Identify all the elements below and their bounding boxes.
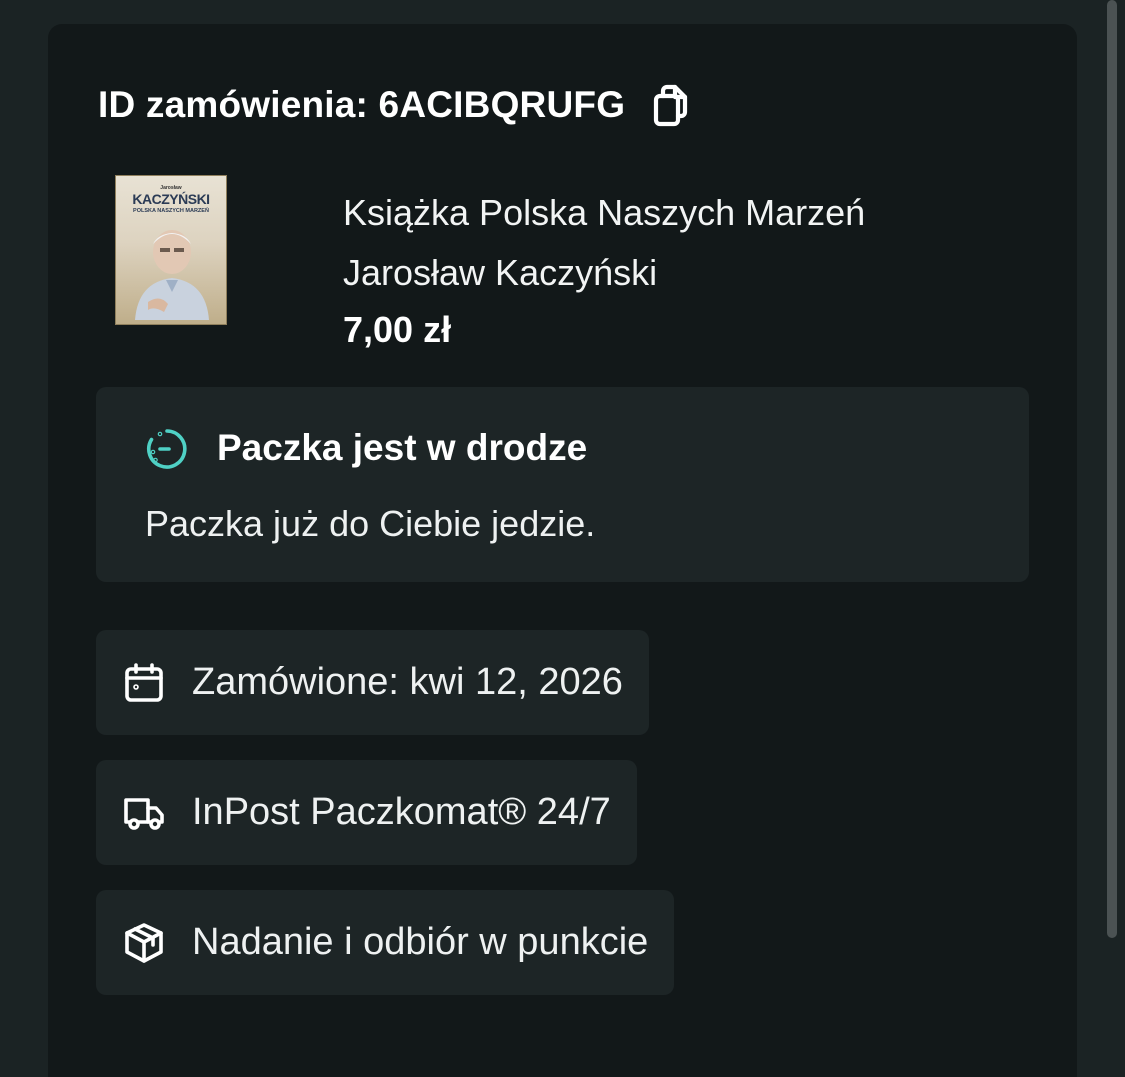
- delivery-type-label: Nadanie i odbiór w punkcie: [192, 921, 649, 963]
- calendar-icon: [122, 661, 166, 705]
- order-date-label: Zamówione: kwi 12, 2026: [192, 661, 623, 703]
- product-author: Jarosław Kaczyński: [343, 252, 658, 293]
- package-icon: [122, 921, 166, 965]
- copy-icon[interactable]: [647, 81, 695, 129]
- product-price: 7,00 zł: [343, 309, 452, 350]
- order-id-row: ID zamówienia: 6ACIBQRUFG: [98, 80, 695, 130]
- delivery-method-chip: InPost Paczkomat® 24/7: [96, 760, 637, 865]
- portrait-illustration: [135, 230, 209, 320]
- truck-icon: [122, 791, 166, 835]
- scrollbar[interactable]: [1107, 0, 1117, 938]
- cover-title: KACZYŃSKI: [132, 191, 210, 207]
- book-cover-image: Jarosław KACZYŃSKI POLSKA NASZYCH MARZEŃ: [115, 175, 227, 325]
- shipping-status-panel: Paczka jest w drodze Paczka już do Ciebi…: [96, 387, 1029, 582]
- delivery-method-label: InPost Paczkomat® 24/7: [192, 791, 611, 833]
- order-id: ID zamówienia: 6ACIBQRUFG: [98, 84, 626, 125]
- status-title: Paczka jest w drodze: [217, 427, 588, 468]
- product-title: Książka Polska Naszych Marzeń: [343, 192, 866, 233]
- product-item[interactable]: Jarosław KACZYŃSKI POLSKA NASZYCH MARZEŃ…: [115, 174, 1015, 350]
- order-date-chip: Zamówione: kwi 12, 2026: [96, 630, 649, 735]
- delivery-type-chip: Nadanie i odbiór w punkcie: [96, 890, 675, 995]
- cover-subtitle: POLSKA NASZYCH MARZEŃ: [133, 208, 209, 214]
- timer-icon: [147, 429, 187, 469]
- order-details-screen: ID zamówienia: 6ACIBQRUFG Jarosław KACZY…: [0, 0, 1125, 1077]
- order-card: ID zamówienia: 6ACIBQRUFG Jarosław KACZY…: [48, 24, 1077, 1077]
- status-description: Paczka już do Ciebie jedzie.: [145, 503, 596, 544]
